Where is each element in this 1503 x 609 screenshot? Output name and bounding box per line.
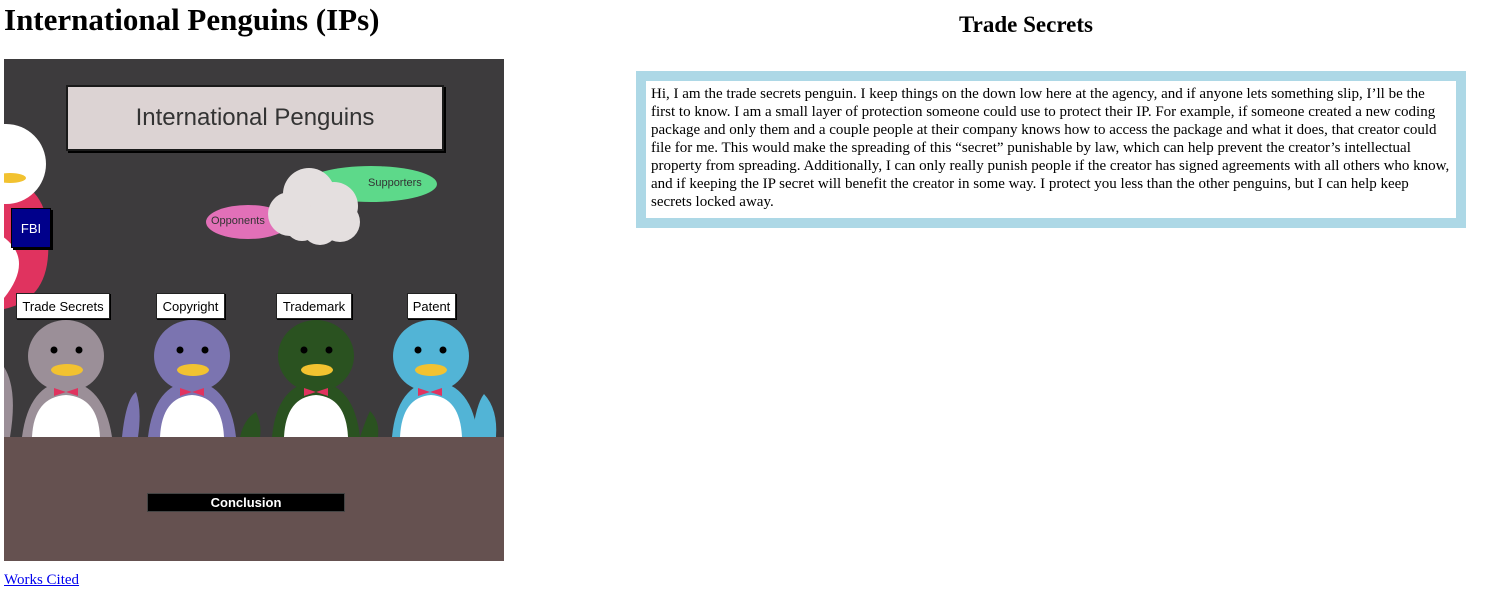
works-cited-link[interactable]: Works Cited <box>4 572 79 589</box>
conclusion-button[interactable]: Conclusion <box>147 493 345 512</box>
trade-secrets-button[interactable]: Trade Secrets <box>16 293 110 319</box>
penguin-scene: International Penguins Supporters Oppone… <box>4 59 504 561</box>
section-heading: Trade Secrets <box>959 12 1093 37</box>
edge-penguin-wing <box>4 367 13 437</box>
opponents-label: Opponents <box>211 215 265 227</box>
trademark-penguin <box>240 320 379 437</box>
info-text: Hi, I am the trade secrets penguin. I ke… <box>646 81 1456 218</box>
copyright-button[interactable]: Copyright <box>156 293 225 319</box>
trademark-button[interactable]: Trademark <box>276 293 352 319</box>
agency-sign: International Penguins <box>66 85 444 151</box>
info-box: Hi, I am the trade secrets penguin. I ke… <box>636 71 1466 228</box>
page-title: International Penguins (IPs) <box>4 2 380 37</box>
trade-secrets-penguin <box>22 320 112 437</box>
patent-penguin <box>392 320 497 437</box>
supporters-label: Supporters <box>368 177 422 189</box>
copyright-penguin <box>122 320 236 437</box>
fbi-button[interactable]: FBI <box>11 208 51 248</box>
patent-button[interactable]: Patent <box>407 293 456 319</box>
